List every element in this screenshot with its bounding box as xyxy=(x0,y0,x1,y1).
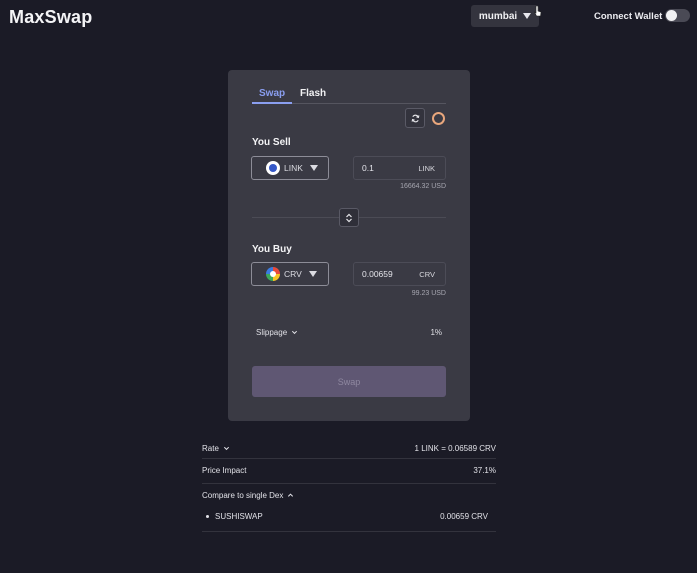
dex-value: 0.00659 CRV xyxy=(440,512,488,521)
connect-wallet-label[interactable]: Connect Wallet xyxy=(594,11,662,22)
swap-card: Swap Flash You Sell LINK 0.1 LINK 16664.… xyxy=(228,70,470,421)
connect-wallet-toggle[interactable] xyxy=(665,9,690,22)
tab-active-indicator xyxy=(252,102,292,104)
sell-amount-value: 0.1 xyxy=(362,163,374,173)
price-impact-row: Price Impact 37.1% xyxy=(202,459,496,484)
bullet-icon xyxy=(206,515,209,518)
rate-value: 1 LINK = 0.06589 CRV xyxy=(414,444,496,453)
dex-name: SUSHISWAP xyxy=(215,512,263,521)
slippage-value: 1% xyxy=(430,328,442,337)
compare-label-group: Compare to single Dex xyxy=(202,491,294,500)
price-impact-value: 37.1% xyxy=(473,466,496,475)
buy-amount-unit: CRV xyxy=(419,269,435,279)
dex-row: SUSHISWAP 0.00659 CRV xyxy=(202,504,496,532)
crv-token-icon xyxy=(266,267,280,281)
compare-label: Compare to single Dex xyxy=(202,491,284,500)
link-token-icon xyxy=(266,161,280,175)
sell-amount-unit: LINK xyxy=(418,163,435,173)
buy-amount-input[interactable]: 0.00659 CRV xyxy=(353,262,446,286)
switch-direction-button[interactable] xyxy=(339,208,359,227)
tab-swap[interactable]: Swap xyxy=(259,88,285,99)
slippage-label: Slippage xyxy=(256,328,288,337)
slippage-toggle[interactable]: Slippage xyxy=(256,328,298,337)
rate-label-group: Rate xyxy=(202,444,230,453)
chevron-down-icon xyxy=(223,446,229,451)
buy-token-name: CRV xyxy=(284,269,302,279)
buy-usd-value: 99.23 USD xyxy=(411,290,446,297)
refresh-button[interactable] xyxy=(405,108,425,128)
timer-ring-icon xyxy=(432,112,445,125)
chevron-down-icon xyxy=(523,13,532,19)
swap-button[interactable]: Swap xyxy=(252,366,446,397)
chevron-down-icon xyxy=(292,330,298,335)
chevron-down-icon xyxy=(309,165,318,171)
mouse-cursor-icon xyxy=(533,5,542,17)
swap-details: Rate 1 LINK = 0.06589 CRV Price Impact 3… xyxy=(202,437,496,532)
sell-usd-value: 16664.32 USD xyxy=(400,183,446,190)
buy-token-select[interactable]: CRV xyxy=(251,262,329,286)
sell-token-select[interactable]: LINK xyxy=(251,156,329,180)
chevron-up-icon xyxy=(288,493,294,497)
price-impact-label: Price Impact xyxy=(202,466,247,475)
buy-amount-value: 0.00659 xyxy=(362,269,393,279)
rate-row[interactable]: Rate 1 LINK = 0.06589 CRV xyxy=(202,437,496,459)
network-label: mumbai xyxy=(478,10,518,22)
logo: MaxSwap xyxy=(9,7,93,27)
dex-name-group: SUSHISWAP xyxy=(206,512,263,521)
toggle-knob xyxy=(666,10,677,21)
network-select[interactable]: mumbai xyxy=(471,5,539,27)
compare-dex-toggle[interactable]: Compare to single Dex xyxy=(202,484,496,504)
sell-amount-input[interactable]: 0.1 LINK xyxy=(353,156,446,180)
buy-label: You Buy xyxy=(252,244,292,255)
tab-bar: Swap Flash xyxy=(252,86,446,104)
tab-flash[interactable]: Flash xyxy=(300,88,326,99)
rate-label: Rate xyxy=(202,444,219,453)
sell-label: You Sell xyxy=(252,137,291,148)
swap-arrows-icon xyxy=(346,213,352,222)
sell-token-name: LINK xyxy=(284,163,303,173)
refresh-icon xyxy=(411,114,419,122)
chevron-down-icon xyxy=(308,271,317,277)
